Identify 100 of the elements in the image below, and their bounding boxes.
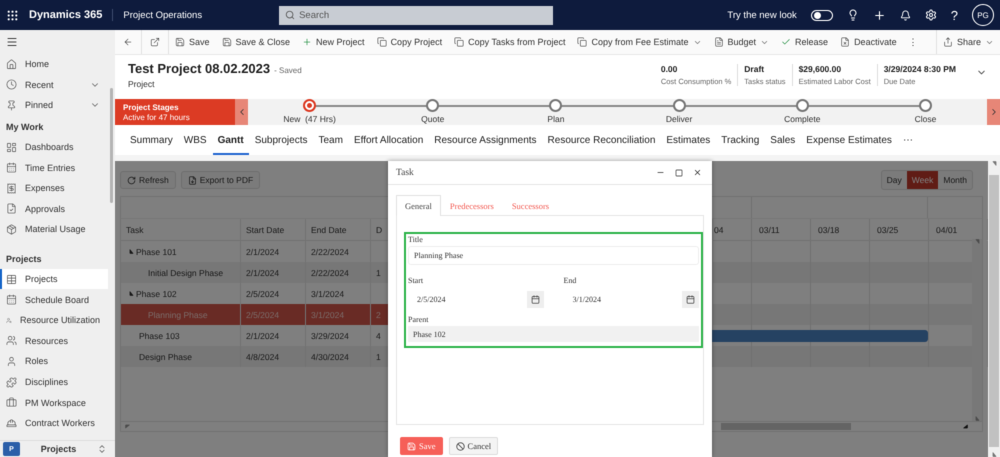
popout-icon (150, 37, 160, 47)
receipt-icon (6, 182, 17, 194)
sidebar-item[interactable]: Roles (0, 351, 108, 372)
title-field[interactable]: Planning Phase (408, 246, 699, 265)
new-look-toggle[interactable] (810, 10, 833, 20)
sidebar-item[interactable]: Resource Utilization (0, 310, 108, 331)
sidebar-item[interactable]: PM Workspace (0, 392, 108, 413)
tab[interactable]: Gantt (212, 125, 249, 155)
command-button[interactable]: ⋮ (902, 30, 924, 54)
lightbulb-icon[interactable] (846, 9, 859, 21)
document-icon (188, 176, 197, 184)
sidebar-item[interactable]: Recent (0, 74, 108, 96)
cancel-button[interactable]: Cancel (448, 437, 498, 455)
user-avatar[interactable]: PG (972, 4, 994, 26)
tab[interactable]: WBS (178, 125, 212, 155)
tab[interactable]: Summary (125, 125, 178, 155)
command-button[interactable]: Save (169, 30, 216, 54)
copy-icon (454, 37, 464, 47)
close-button[interactable] (693, 168, 702, 177)
view-button[interactable]: Day (882, 171, 907, 189)
expand-icon[interactable] (129, 291, 134, 296)
app-launcher-icon[interactable] (6, 8, 19, 22)
stage-step[interactable]: Close (864, 99, 988, 125)
up-down-icon (97, 444, 107, 454)
command-button[interactable]: Copy Tasks from Project (448, 30, 572, 54)
dialog-tab[interactable]: General (396, 195, 441, 216)
plus-icon[interactable] (872, 8, 886, 22)
sidebar-item[interactable]: Material Usage (0, 219, 108, 240)
sidebar-item[interactable]: Disciplines (0, 372, 108, 392)
sidebar-item[interactable]: Contract Workers (0, 412, 108, 434)
bell-icon[interactable] (900, 10, 911, 20)
stage-step[interactable]: Complete (740, 99, 864, 125)
search-field[interactable]: Search (279, 6, 554, 24)
tab[interactable]: Tracking (716, 125, 764, 155)
command-button[interactable]: Deactivate (834, 30, 903, 54)
copy-icon (577, 37, 588, 47)
view-button[interactable]: Month (938, 171, 972, 189)
table-icon (6, 274, 17, 285)
calendar-button[interactable] (526, 291, 544, 308)
new-look-label: Try the new look (727, 10, 797, 20)
maximize-button[interactable] (675, 168, 683, 176)
command-button[interactable]: Copy from Fee Estimate (571, 30, 708, 54)
app-name[interactable]: Dynamics 365 (29, 9, 114, 21)
command-button[interactable]: New Project (296, 30, 371, 54)
timeline-header: 04 (713, 219, 752, 240)
command-button[interactable]: Save & Close (216, 30, 296, 54)
parent-field[interactable]: Phase 102 (408, 326, 699, 342)
tab[interactable]: Team (314, 125, 348, 155)
search-icon (285, 10, 296, 20)
table-row[interactable]: Design Phase 4/8/2024 4/30/2024 1 (121, 346, 389, 367)
command-button[interactable]: Copy Project (370, 30, 448, 54)
sidebar-item[interactable]: Time Entries (0, 157, 108, 178)
puzzle-icon (6, 376, 17, 388)
expand-icon[interactable] (129, 249, 134, 254)
sidebar-item[interactable]: Schedule Board (0, 289, 108, 310)
scroll-up-icon[interactable] (992, 161, 996, 166)
search-input[interactable]: Search (299, 6, 548, 24)
toolbar-button[interactable]: Refresh (120, 171, 176, 189)
sidebar-item[interactable]: Dashboards (0, 136, 108, 158)
tab[interactable]: Resource Assignments (429, 125, 542, 155)
table-cell-text: 4 (375, 330, 382, 342)
tab[interactable]: Estimates (661, 125, 716, 155)
command-button[interactable]: Share (936, 30, 1000, 54)
refresh-icon (127, 176, 136, 184)
sidebar-item[interactable]: Resources (0, 330, 108, 352)
scrollbar[interactable] (110, 88, 113, 203)
stage-step[interactable]: Plan (494, 99, 618, 125)
toolbar-button[interactable]: Export to PDF (180, 171, 260, 189)
command-button[interactable]: Release (775, 30, 834, 54)
calendar-button[interactable] (682, 291, 699, 308)
stage-panel[interactable]: Project Stages Active for 47 hours (115, 99, 235, 125)
dialog-title: Task (396, 168, 415, 178)
scroll-down-icon[interactable] (992, 452, 996, 457)
tab[interactable]: Subprojects (250, 125, 312, 155)
sidebar-item[interactable]: Home (0, 54, 108, 75)
briefcase-icon (6, 397, 17, 408)
field-value: 3/29/2024 8:30 PM (884, 64, 956, 74)
field-label: End (564, 276, 578, 285)
field-label: Title (408, 235, 424, 244)
stage-step[interactable]: Quote (371, 99, 494, 125)
sidebar-item[interactable]: Expenses (0, 178, 108, 199)
command-button[interactable]: Budget (708, 30, 776, 54)
tab[interactable]: Resource Reconciliation (542, 125, 660, 155)
sidebar-item[interactable]: Pinned (0, 95, 108, 116)
date-cell: 4/8/2024 (241, 346, 306, 367)
maximize-icon (675, 168, 683, 176)
table-row[interactable]: Initial Design Phase 2/1/2024 2/22/2024 1 (121, 262, 389, 283)
stage-step[interactable]: New (47 Hrs) (248, 99, 372, 125)
settings-icon[interactable] (924, 9, 937, 21)
scrollbar[interactable] (988, 161, 1000, 457)
tab[interactable]: Effort Allocation (348, 125, 428, 155)
help-icon[interactable]: ? (950, 8, 958, 22)
sidebar-item[interactable]: Approvals (0, 198, 108, 220)
sidebar-item[interactable]: Projects (0, 268, 108, 290)
menu-icon[interactable] (6, 36, 18, 48)
scroll-right-icon[interactable] (963, 424, 968, 429)
stage-step[interactable]: Deliver (618, 99, 741, 125)
tab[interactable]: Expense Estimates (801, 125, 897, 155)
tab[interactable]: ⋯ (898, 125, 918, 155)
tab[interactable]: Sales (765, 125, 800, 155)
